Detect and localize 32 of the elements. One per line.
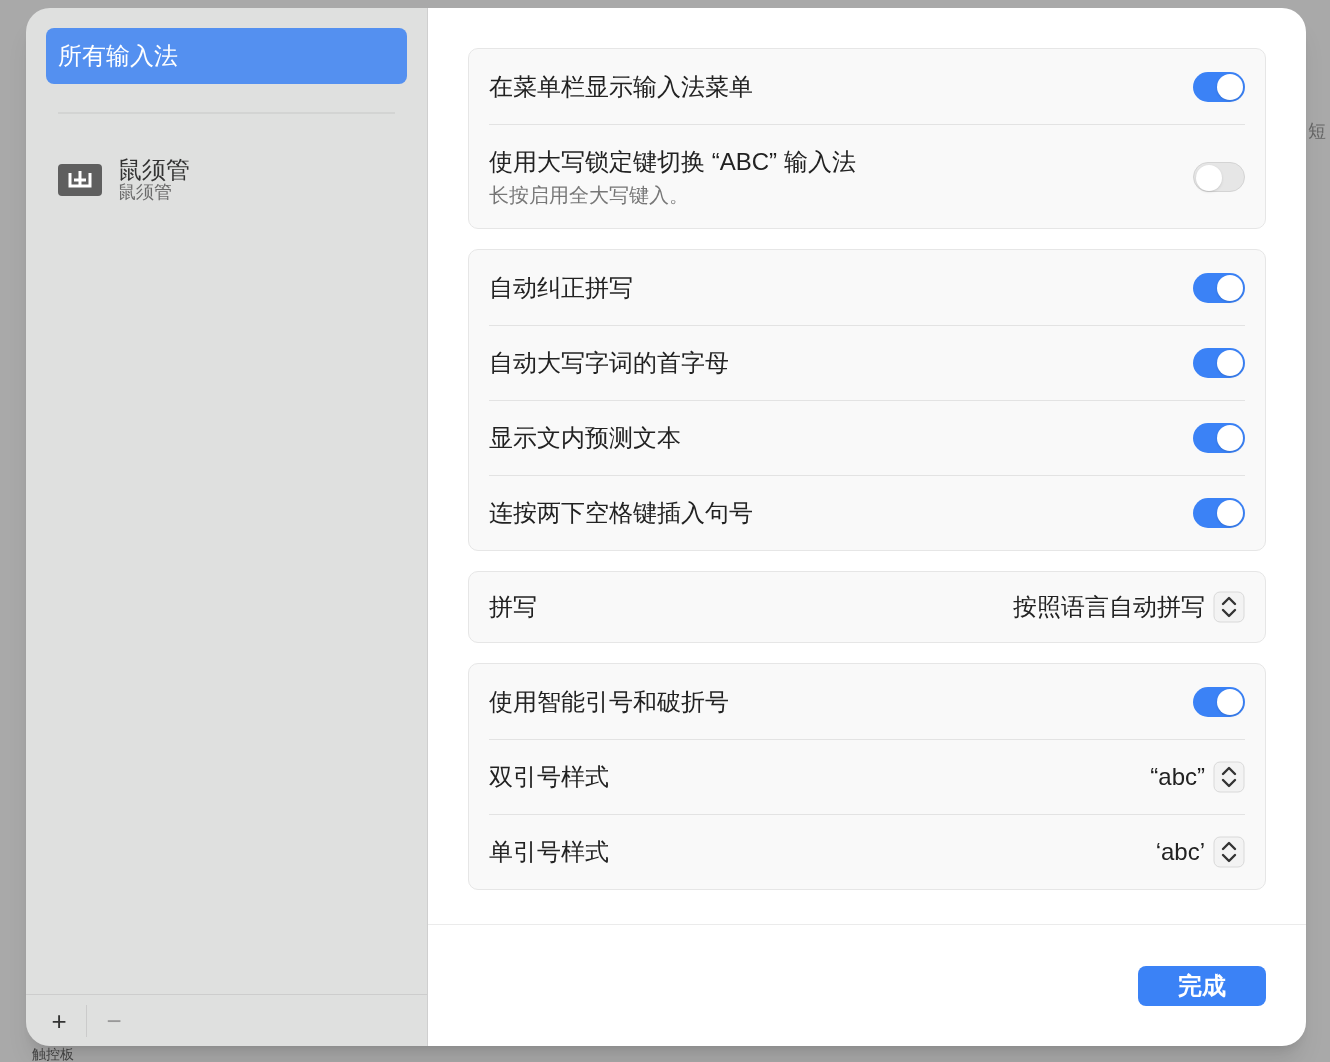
setting-label: 拼写 xyxy=(489,592,537,622)
setting-label: 使用智能引号和破折号 xyxy=(489,686,729,717)
background-label: 短 xyxy=(1308,120,1326,143)
toggle-switch[interactable] xyxy=(1193,498,1245,528)
sidebar-item[interactable]: 鼠须管 鼠须管 xyxy=(46,142,407,218)
setting-label: 双引号样式 xyxy=(489,762,609,792)
input-method-logo-icon xyxy=(58,164,102,196)
setting-label: 自动大写字词的首字母 xyxy=(489,348,729,378)
setting-label: 在菜单栏显示输入法菜单 xyxy=(489,71,753,102)
done-button[interactable]: 完成 xyxy=(1138,965,1266,1006)
background-label: 触控板 xyxy=(32,1047,74,1061)
toggle-switch[interactable] xyxy=(1193,161,1245,192)
setting-label: 自动纠正拼写 xyxy=(489,272,633,303)
popup-value[interactable]: ‘abc’ xyxy=(1155,834,1205,870)
setting-label: 单引号样式 xyxy=(489,837,609,867)
setting-label: 使用大写锁定键切换 “ABC” 输入法 xyxy=(489,146,856,177)
setting-label: 显示文内预测文本 xyxy=(489,423,681,453)
input-method-subtitle: 鼠须管 xyxy=(118,183,173,204)
toggle-switch[interactable] xyxy=(1193,272,1245,303)
setting-label: 连按两下空格键插入句号 xyxy=(489,498,753,528)
toggle-switch[interactable] xyxy=(1193,423,1245,453)
stepper-icon[interactable] xyxy=(1213,761,1245,793)
setting-description: 长按启用全大写键入。 xyxy=(489,182,690,208)
stepper-icon[interactable] xyxy=(1213,591,1245,623)
add-button[interactable]: + xyxy=(46,1007,72,1034)
popup-value[interactable]: “abc” xyxy=(1150,759,1205,795)
toggle-switch[interactable] xyxy=(1193,71,1245,102)
input-method-name: 鼠须管 xyxy=(118,156,190,183)
toggle-switch[interactable] xyxy=(1193,686,1245,717)
stepper-icon[interactable] xyxy=(1213,836,1245,868)
popup-value[interactable]: 按照语言自动拼写 xyxy=(1013,589,1205,625)
toggle-switch[interactable] xyxy=(1193,348,1245,378)
